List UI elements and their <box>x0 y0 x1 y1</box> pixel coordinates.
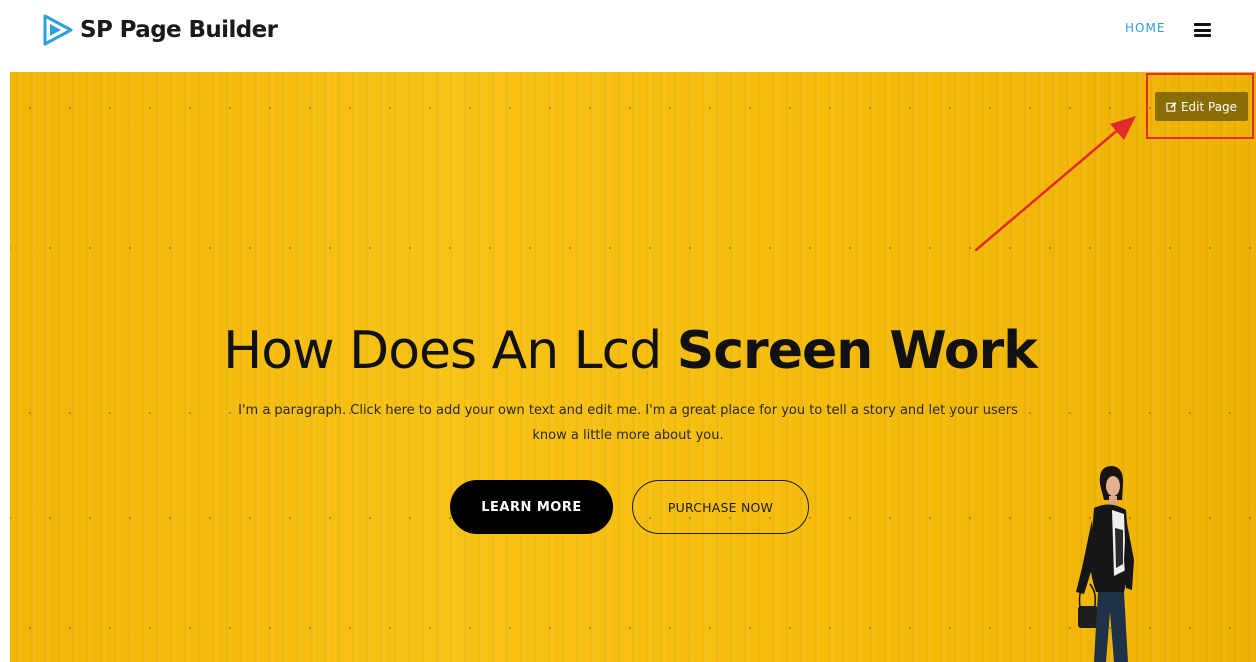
site-logo[interactable]: SP Page Builder <box>42 12 278 48</box>
page: SP Page Builder HOME How Does An Lcd Scr… <box>0 0 1256 662</box>
edit-page-button[interactable]: Edit Page <box>1155 92 1248 121</box>
hero-title-bold: Screen Work <box>676 320 1038 381</box>
woman-walking-image <box>1076 466 1134 662</box>
hero-title: How Does An Lcd Screen Work <box>100 321 1160 381</box>
logo-text: SP Page Builder <box>80 17 278 43</box>
hero-title-light: How Does An Lcd <box>223 320 662 381</box>
purchase-now-button[interactable]: PURCHASE NOW <box>632 480 809 534</box>
site-header: SP Page Builder HOME <box>0 0 1256 72</box>
edit-page-label: Edit Page <box>1180 99 1238 114</box>
edit-square-icon <box>1166 102 1177 112</box>
play-triangle-icon <box>43 14 73 46</box>
hero-paragraph: I'm a paragraph. Click here to add your … <box>238 403 1018 443</box>
annotation-arrow <box>974 116 1136 252</box>
hamburger-menu-icon[interactable] <box>1194 23 1211 37</box>
nav-home-link[interactable]: HOME <box>1125 21 1165 35</box>
learn-more-button[interactable]: LEARN MORE <box>450 480 613 534</box>
